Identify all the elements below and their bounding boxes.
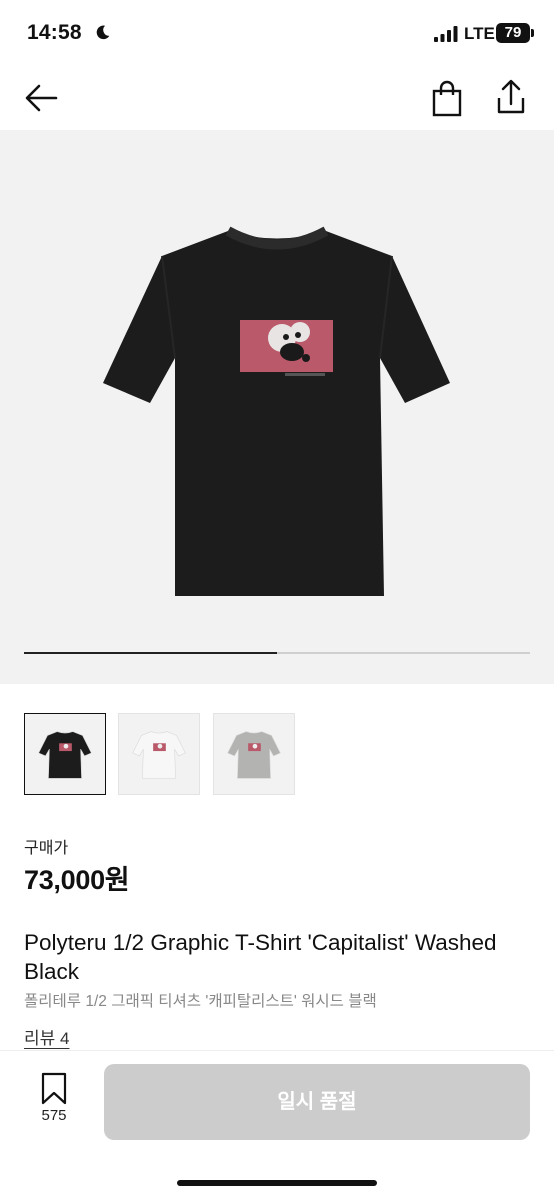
product-image-gallery[interactable] xyxy=(0,130,554,684)
gallery-progress xyxy=(24,652,530,654)
status-time: 14:58 xyxy=(27,21,82,44)
share-icon xyxy=(497,79,525,114)
thumbnail-white[interactable] xyxy=(118,713,200,795)
battery-icon: 79 xyxy=(496,23,530,43)
shopping-bag-button[interactable] xyxy=(428,78,466,118)
soldout-button[interactable]: 일시 품절 xyxy=(104,1064,530,1140)
wishlist-button[interactable]: 575 xyxy=(28,1072,80,1130)
review-link[interactable]: 리뷰 4 xyxy=(24,1024,69,1049)
tshirt-image xyxy=(103,226,450,596)
bottom-divider xyxy=(0,1050,554,1051)
wishlist-count: 575 xyxy=(41,1107,67,1124)
home-indicator xyxy=(177,1180,377,1186)
thumbnail-black[interactable] xyxy=(24,713,106,795)
bookmark-icon xyxy=(41,1072,67,1105)
moon-icon xyxy=(96,25,110,40)
back-arrow-icon xyxy=(25,84,58,112)
price: 73,000원 xyxy=(24,865,130,895)
back-button[interactable] xyxy=(22,80,60,116)
thumbnail-gray[interactable] xyxy=(213,713,295,795)
thumbnail-tshirt-icon xyxy=(38,731,92,779)
product-title: Polyteru 1/2 Graphic T-Shirt 'Capitalist… xyxy=(24,930,497,984)
price-label: 구매가 xyxy=(24,840,69,857)
signal-icon xyxy=(434,26,458,42)
thumbnail-tshirt-icon xyxy=(132,731,186,779)
product-subtitle: 폴리테루 1/2 그래픽 티셔츠 '캐피탈리스트' 워시드 블랙 xyxy=(24,993,377,1010)
shopping-bag-icon xyxy=(432,80,462,117)
battery-tip xyxy=(531,29,534,37)
gallery-progress-fill xyxy=(24,652,277,654)
share-button[interactable] xyxy=(492,76,530,118)
thumbnail-list xyxy=(24,713,304,797)
network-type: LTE xyxy=(464,24,495,43)
thumbnail-tshirt-icon xyxy=(227,731,281,779)
status-bar: 14:58 LTE 79 xyxy=(0,0,554,66)
top-nav xyxy=(0,70,554,126)
